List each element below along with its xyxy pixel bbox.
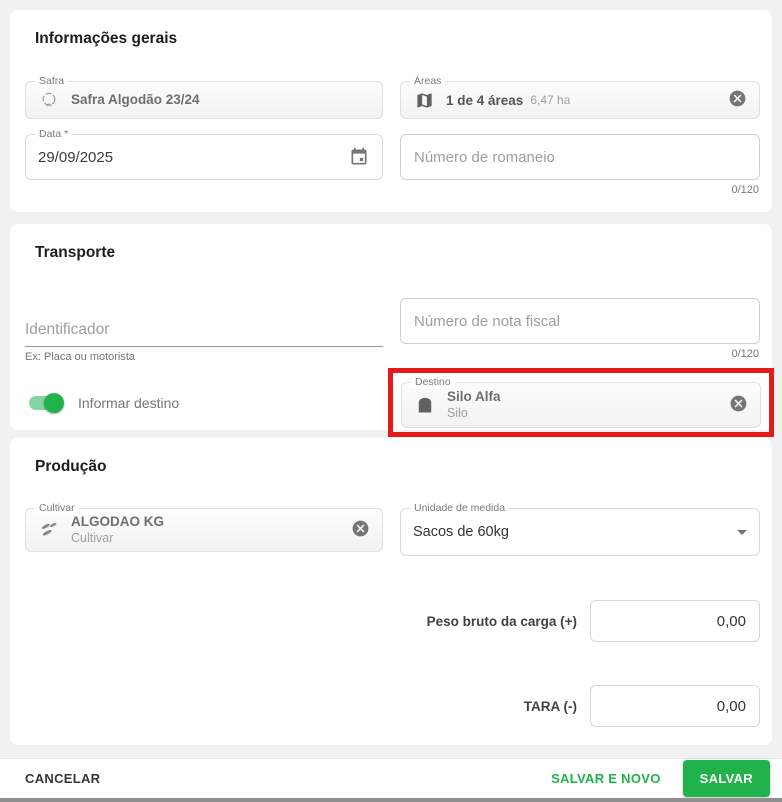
card-producao: Produção Cultivar ALGODAO KG Cultivar xyxy=(10,438,772,745)
bottom-edge-strip xyxy=(0,798,782,802)
destino-value: Silo Alfa xyxy=(447,389,501,406)
peso-bruto-input[interactable] xyxy=(590,600,760,642)
areas-field[interactable]: Áreas 1 de 4 áreas 6,47 ha xyxy=(400,81,760,119)
cotton-boll-icon xyxy=(38,90,60,110)
destino-highlight-annotation: Destino Silo Alfa Silo xyxy=(388,368,774,437)
footer-action-bar: CANCELAR SALVAR E NOVO SALVAR xyxy=(0,758,782,798)
weighing-form-page: Informações gerais Safra Safra Algodão 2… xyxy=(0,0,782,802)
safra-value: Safra Algodão 23/24 xyxy=(71,92,200,109)
destino-field-label: Destino xyxy=(411,376,455,388)
peso-bruto-label: Peso bruto da carga (+) xyxy=(427,614,577,629)
tara-row: TARA (-) xyxy=(25,685,760,727)
safra-field-label: Safra xyxy=(35,75,68,87)
clear-circle-icon xyxy=(729,394,748,416)
cultivar-value: ALGODAO KG xyxy=(71,514,164,531)
map-icon xyxy=(413,91,435,110)
nota-fiscal-input[interactable] xyxy=(400,298,760,344)
nota-fiscal-field-group: 0/120 xyxy=(400,298,760,363)
cultivar-subtitle: Cultivar xyxy=(71,531,164,547)
clear-areas-button[interactable] xyxy=(728,89,747,111)
identificador-input[interactable] xyxy=(25,317,383,347)
tara-input[interactable] xyxy=(590,685,760,727)
identificador-field-group: Ex: Placa ou motorista xyxy=(25,298,383,363)
save-button[interactable]: SALVAR xyxy=(683,760,770,797)
destino-subtitle: Silo xyxy=(447,406,501,422)
peso-bruto-row: Peso bruto da carga (+) xyxy=(25,600,760,642)
date-field-label: Data * xyxy=(35,128,72,140)
date-field[interactable]: Data * 29/09/2025 xyxy=(25,134,383,180)
areas-detail: 6,47 ha xyxy=(530,93,570,107)
section-title-producao: Produção xyxy=(35,458,760,476)
unidade-medida-value: Sacos de 60kg xyxy=(413,524,509,540)
card-informacoes-gerais: Informações gerais Safra Safra Algodão 2… xyxy=(10,10,772,212)
save-and-new-button[interactable]: SALVAR E NOVO xyxy=(551,771,661,786)
clear-cultivar-button[interactable] xyxy=(351,519,370,541)
destino-value-group: Silo Alfa Silo xyxy=(447,389,501,422)
chevron-down-icon xyxy=(737,530,747,535)
nota-fiscal-counter: 0/120 xyxy=(400,348,760,360)
calendar-icon[interactable] xyxy=(348,147,370,167)
informar-destino-toggle-row: Informar destino xyxy=(25,393,383,413)
section-title-transporte: Transporte xyxy=(35,244,760,262)
cancel-button[interactable]: CANCELAR xyxy=(25,771,100,786)
romaneio-field-group: 0/120 xyxy=(400,134,760,196)
identificador-helper: Ex: Placa ou motorista xyxy=(25,351,383,363)
cultivar-value-group: ALGODAO KG Cultivar xyxy=(71,514,164,547)
tara-label: TARA (-) xyxy=(524,699,577,714)
clear-circle-icon xyxy=(728,89,747,111)
cultivar-field[interactable]: Cultivar ALGODAO KG Cultivar xyxy=(25,508,383,552)
romaneio-counter: 0/120 xyxy=(400,184,760,196)
cultivar-field-label: Cultivar xyxy=(35,502,79,514)
safra-field[interactable]: Safra Safra Algodão 23/24 xyxy=(25,81,383,119)
unidade-medida-select[interactable]: Unidade de medida Sacos de 60kg xyxy=(400,508,760,556)
clear-circle-icon xyxy=(351,519,370,541)
section-title-informacoes-gerais: Informações gerais xyxy=(35,30,760,48)
card-transporte: Transporte Ex: Placa ou motorista 0/120 … xyxy=(10,224,772,430)
informar-destino-toggle[interactable] xyxy=(27,393,64,413)
clear-destino-button[interactable] xyxy=(729,394,748,416)
date-value: 29/09/2025 xyxy=(38,149,113,166)
destino-field[interactable]: Destino Silo Alfa Silo xyxy=(401,382,761,428)
seeds-icon xyxy=(38,519,60,541)
unidade-medida-label: Unidade de medida xyxy=(410,502,509,514)
silo-icon xyxy=(414,395,436,415)
areas-value: 1 de 4 áreas xyxy=(446,93,523,108)
informar-destino-label: Informar destino xyxy=(78,395,179,411)
romaneio-input[interactable] xyxy=(400,134,760,180)
toggle-thumb xyxy=(44,393,64,413)
areas-field-label: Áreas xyxy=(410,75,445,87)
